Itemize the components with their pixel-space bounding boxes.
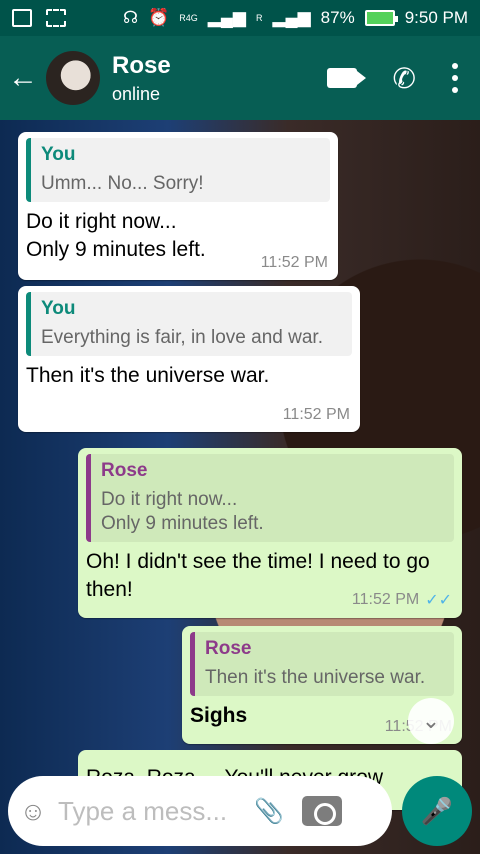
message-time: 11:52 PM [260, 254, 328, 271]
signal-icon-2: ▂▄▆ [272, 8, 311, 27]
quote-text: Then it's the universe war. [205, 667, 426, 688]
headphones-icon: ☊ [122, 8, 139, 27]
quote-author: Rose [101, 460, 148, 481]
battery-percent: 87% [320, 8, 355, 27]
message-time: 11:52 PM [282, 406, 350, 423]
quoted-message[interactable]: Rose Do it right now... Only 9 minutes l… [86, 454, 454, 542]
gallery-icon [12, 9, 32, 27]
more-icon[interactable] [452, 63, 458, 93]
message-bubble[interactable]: Rose Do it right now... Only 9 minutes l… [78, 448, 462, 618]
phone-icon[interactable]: ✆ [393, 62, 416, 95]
quoted-message[interactable]: Rose Then it's the universe war. [190, 632, 454, 696]
quote-text: Everything is fair, in love and war. [41, 327, 323, 348]
chevron-down-icon: ⌄ [421, 708, 441, 733]
message-composer: ☺ 📎 [8, 776, 392, 846]
network-r: R [255, 12, 263, 23]
network-4g: R4G [179, 12, 198, 23]
read-receipt-icon: ✓✓ [425, 592, 452, 609]
message-bubble[interactable]: You Umm... No... Sorry! Do it right now.… [18, 132, 338, 280]
scroll-down-button[interactable]: ⌄ [408, 698, 454, 744]
quote-author: Rose [205, 638, 252, 659]
contact-info[interactable]: Rose online [112, 52, 171, 105]
avatar[interactable] [46, 51, 100, 105]
emoji-icon[interactable]: ☺ [8, 796, 58, 827]
chat-header: ← Rose online ✆ [0, 36, 480, 120]
mic-button[interactable]: 🎤 [402, 776, 472, 846]
quote-author: You [41, 298, 76, 319]
back-arrow-icon[interactable]: ← [0, 61, 46, 95]
screenshot-icon [46, 9, 66, 27]
video-call-icon[interactable] [326, 68, 366, 88]
mic-icon: 🎤 [420, 795, 454, 826]
message-bubble[interactable]: You Everything is fair, in love and war.… [18, 286, 360, 432]
chat-area[interactable]: You Umm... No... Sorry! Do it right now.… [0, 120, 480, 854]
battery-icon [364, 10, 398, 26]
message-input[interactable] [58, 795, 248, 827]
status-bar: ☊ ⏰ R4G ▂▄▆ R ▂▄▆ 87% 9:50 PM [0, 0, 480, 36]
quote-author: You [41, 144, 76, 165]
camera-icon[interactable] [302, 796, 342, 826]
message-time: 11:52 PM ✓✓ [351, 591, 452, 609]
message-text: Then it's the universe war. [26, 364, 270, 387]
quote-text: Umm... No... Sorry! [41, 173, 204, 194]
quote-text: Do it right now... Only 9 minutes left. [101, 489, 264, 534]
signal-icon: ▂▄▆ [207, 8, 246, 27]
contact-name: Rose [112, 51, 171, 79]
contact-status: online [112, 83, 161, 104]
quoted-message[interactable]: You Everything is fair, in love and war. [26, 292, 352, 356]
attachment-icon[interactable]: 📎 [248, 797, 290, 826]
quoted-message[interactable]: You Umm... No... Sorry! [26, 138, 330, 202]
clock: 9:50 PM [404, 8, 468, 27]
alarm-icon: ⏰ [148, 8, 170, 27]
